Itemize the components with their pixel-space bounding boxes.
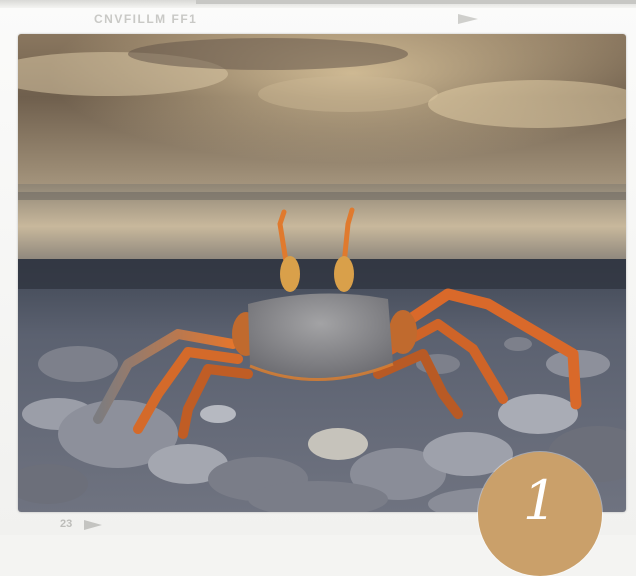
film-arrow-icon [458, 14, 478, 24]
cloud [128, 38, 408, 70]
photo [18, 34, 626, 512]
film-frame: CNVFILLM FF1 23 1 [0, 0, 636, 576]
film-arrow-icon [84, 520, 102, 530]
cloud [258, 76, 438, 112]
dark-ridge [18, 259, 626, 289]
film-top-shade [196, 0, 636, 4]
film-edge-code: CNVFILLM FF1 [94, 12, 198, 26]
number-badge: 1 [478, 452, 602, 576]
horizon-line [18, 192, 626, 200]
badge-number: 1 [522, 469, 558, 532]
frame-number: 23 [60, 518, 73, 530]
